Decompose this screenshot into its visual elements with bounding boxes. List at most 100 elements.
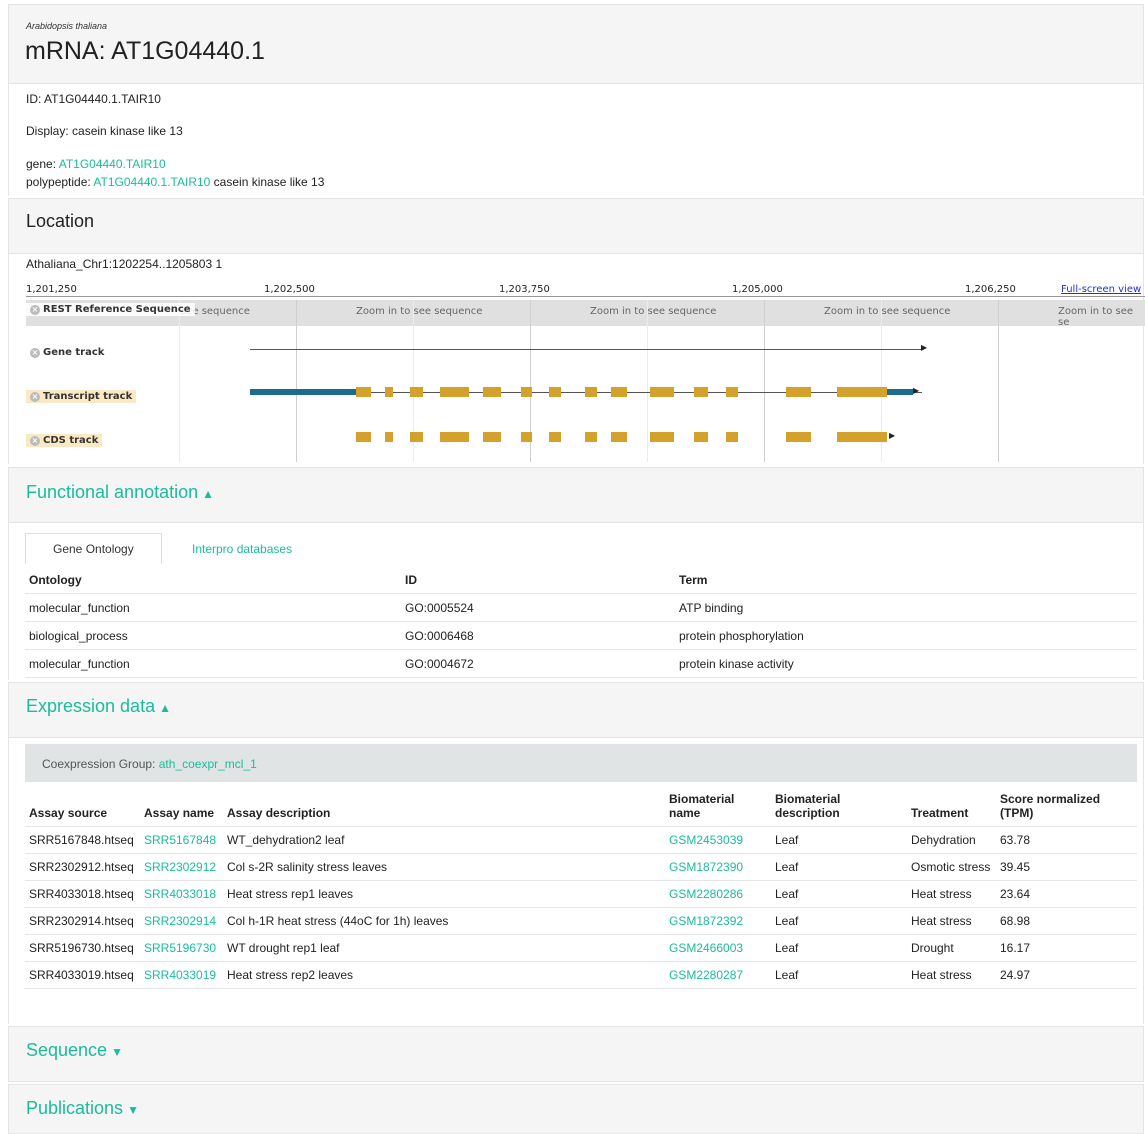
display-text: Display: casein kinase like 13 [26,124,183,138]
zoom-hint: Zoom in to see sequence [356,306,483,317]
assay-link[interactable]: SRR4033018 [144,887,216,901]
gene-label: gene: [26,157,59,171]
biomaterial-link[interactable]: GSM1872390 [669,860,743,874]
exon-feature[interactable] [440,387,469,397]
functional-toggle[interactable]: Functional annotation ▲ [26,482,214,503]
zoom-hint: Zoom in to see se [1058,306,1134,328]
zoom-hint: Zoom in to see sequence [590,306,717,317]
publications-toggle[interactable]: Publications ▼ [26,1098,139,1119]
close-icon[interactable]: × [30,348,40,358]
functional-header[interactable]: Functional annotation ▲ [8,467,1144,523]
ruler-line [26,296,1145,297]
coexpression-bar: Coexpression Group: ath_coexpr_mcl_1 [25,744,1137,782]
cds-feature[interactable] [385,432,393,442]
cds-feature[interactable] [650,432,674,442]
exon-feature[interactable] [410,387,423,397]
cds-feature[interactable] [440,432,469,442]
tab-gene-ontology[interactable]: Gene Ontology [25,533,162,564]
gene-link[interactable]: AT1G04440.TAIR10 [59,157,166,171]
cds-feature[interactable] [837,432,887,442]
exon-feature[interactable] [786,387,811,397]
table-row: molecular_function GO:0005524 ATP bindin… [25,593,1137,622]
polypeptide-label: polypeptide: [26,175,94,189]
cds-feature[interactable] [356,432,371,442]
header-details: ID: AT1G04440.1.TAIR10 Display: casein k… [8,84,1144,196]
track-label-transcript[interactable]: × Transcript track [26,390,137,403]
caret-down-icon: ▼ [111,1045,123,1059]
gene-feature[interactable] [250,349,922,350]
expression-body: Coexpression Group: ath_coexpr_mcl_1 Ass… [8,738,1144,1024]
table-row: biological_process GO:0006468 protein ph… [25,621,1137,650]
cds-feature[interactable] [786,432,811,442]
assay-link[interactable]: SRR4033019 [144,968,216,982]
gene-line: gene: AT1G04440.TAIR10 [26,157,166,171]
table-row: SRR5167848.htseq SRR5167848 WT_dehydrati… [25,826,1137,854]
cds-feature[interactable] [410,432,423,442]
ruler-tick: 1,206,250 [965,284,1016,295]
track-label-cds[interactable]: × CDS track [26,434,103,447]
go-table: Ontology ID Term molecular_function GO:0… [25,566,1137,678]
utr-feature[interactable] [250,389,356,395]
exon-feature[interactable] [385,387,393,397]
table-row: SRR5196730.htseq SRR5196730 WT drought r… [25,934,1137,962]
cds-feature[interactable] [611,432,627,442]
grid-line [296,300,297,462]
biomaterial-link[interactable]: GSM2280287 [669,968,743,982]
expression-table: Assay source Assay name Assay descriptio… [25,786,1137,989]
location-coords: Athaliana_Chr1:1202254..1205803 1 [26,257,223,271]
table-row: SRR2302914.htseq SRR2302914 Col h-1R hea… [25,907,1137,935]
close-icon[interactable]: × [30,436,40,446]
biomaterial-link[interactable]: GSM2280286 [669,887,743,901]
exon-feature[interactable] [521,387,532,397]
strand-arrow-icon: ▶ [913,386,920,395]
exon-feature[interactable] [837,387,887,397]
biomaterial-link[interactable]: GSM1872392 [669,914,743,928]
track-label-gene[interactable]: × Gene track [26,346,108,359]
polypeptide-desc: casein kinase like 13 [210,175,325,189]
exon-feature[interactable] [356,387,371,397]
cds-feature[interactable] [483,432,501,442]
expression-header[interactable]: Expression data ▲ [8,682,1144,738]
fullscreen-link[interactable]: Full-screen view [1061,284,1141,295]
location-header: Location [8,198,1144,254]
cds-feature[interactable] [549,432,561,442]
sequence-toggle[interactable]: Sequence ▼ [26,1040,123,1061]
coexpr-link[interactable]: ath_coexpr_mcl_1 [159,757,257,771]
sequence-header[interactable]: Sequence ▼ [8,1026,1144,1082]
exon-feature[interactable] [483,387,501,397]
cds-feature[interactable] [726,432,738,442]
exon-feature[interactable] [650,387,674,397]
ruler-tick: 1,201,250 [26,284,77,295]
cds-feature[interactable] [585,432,597,442]
exon-feature[interactable] [726,387,738,397]
table-row: SRR2302912.htseq SRR2302912 Col s-2R sal… [25,853,1137,881]
assay-link[interactable]: SRR2302912 [144,860,216,874]
grid-line [998,300,999,462]
publications-header[interactable]: Publications ▼ [8,1084,1144,1134]
genome-browser[interactable]: 1,201,250 1,202,500 1,203,750 1,205,000 … [9,284,1145,464]
close-icon[interactable]: × [30,392,40,402]
coexpr-label: Coexpression Group: [42,757,159,771]
id-text: ID: AT1G04440.1.TAIR10 [26,92,161,106]
exon-feature[interactable] [611,387,627,397]
strand-arrow-icon: ▶ [889,431,896,440]
track-label-reference[interactable]: × REST Reference Sequence [26,303,195,316]
cds-feature[interactable] [694,432,708,442]
expression-toggle[interactable]: Expression data ▲ [26,696,171,717]
close-icon[interactable]: × [30,305,40,315]
tab-interpro[interactable]: Interpro databases [192,542,292,556]
biomaterial-link[interactable]: GSM2453039 [669,833,743,847]
assay-link[interactable]: SRR5196730 [144,941,216,955]
exon-feature[interactable] [585,387,597,397]
polypeptide-line: polypeptide: AT1G04440.1.TAIR10 casein k… [26,175,324,189]
caret-up-icon: ▲ [202,487,215,501]
assay-link[interactable]: SRR5167848 [144,833,216,847]
utr-feature[interactable] [887,389,913,395]
cds-feature[interactable] [521,432,532,442]
polypeptide-link[interactable]: AT1G04440.1.TAIR10 [93,175,210,189]
assay-link[interactable]: SRR2302914 [144,914,216,928]
biomaterial-link[interactable]: GSM2466003 [669,941,743,955]
exon-feature[interactable] [694,387,708,397]
exon-feature[interactable] [549,387,561,397]
zoom-hint: Zoom in to see sequence [824,306,951,317]
